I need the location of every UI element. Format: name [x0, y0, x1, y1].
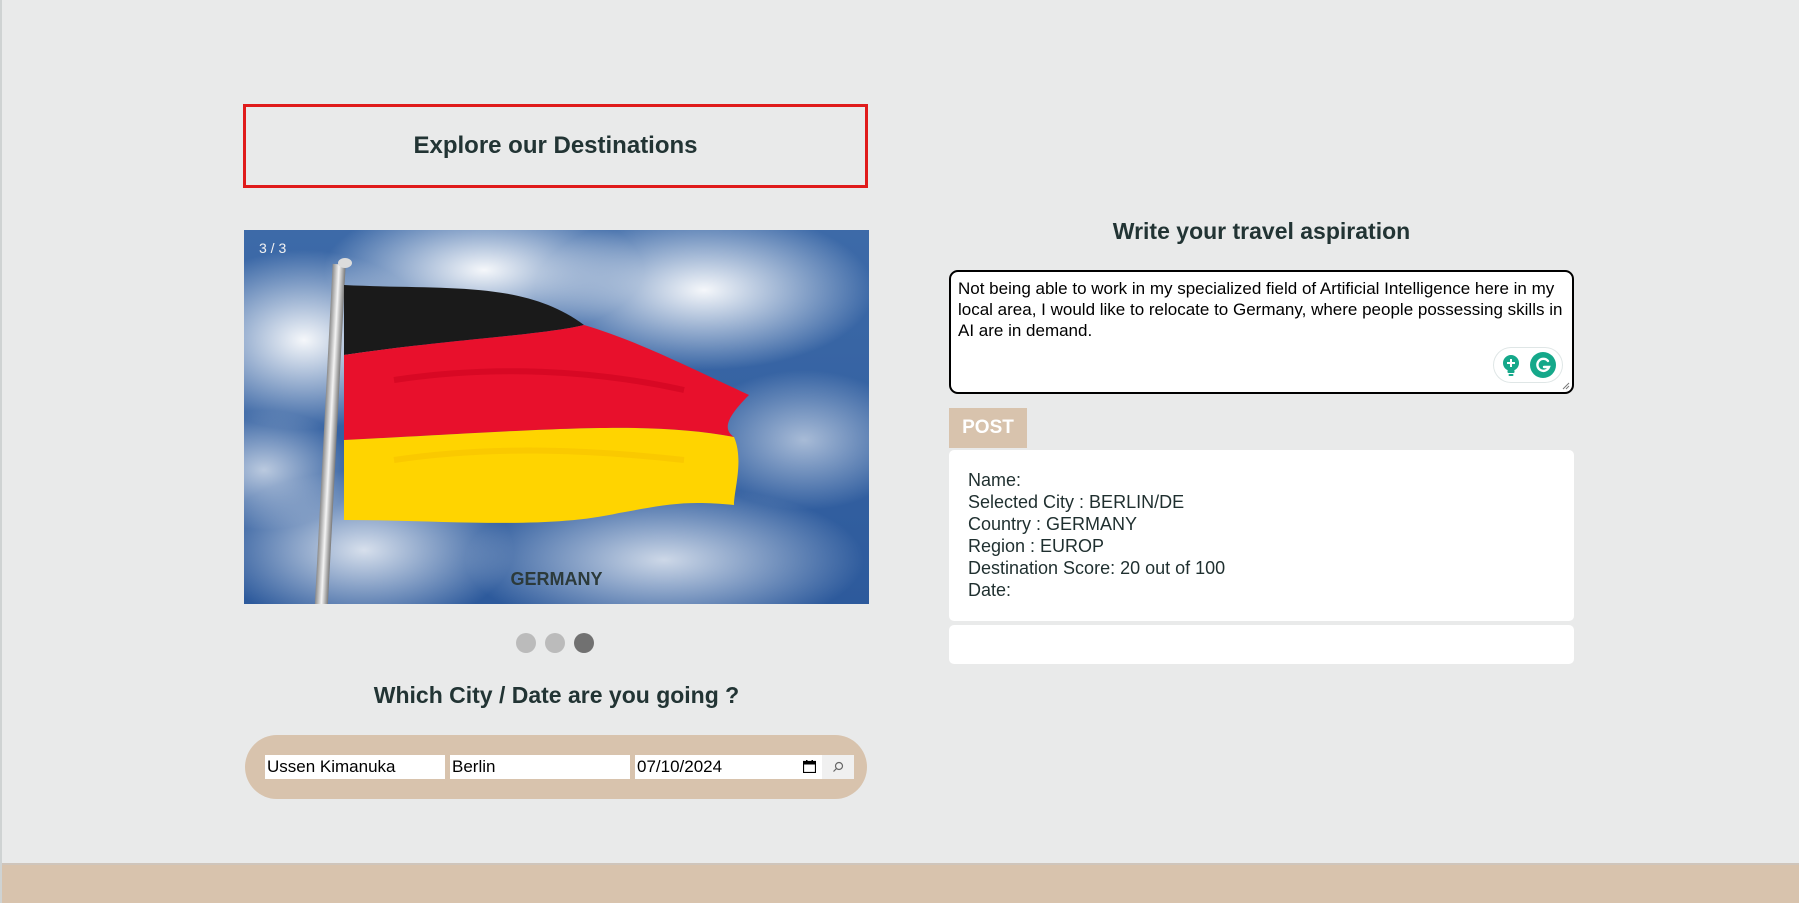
explore-destinations-heading: Explore our Destinations [243, 104, 868, 188]
posts-list [949, 625, 1574, 664]
travel-aspiration-heading: Write your travel aspiration [1112, 218, 1411, 244]
search-button[interactable] [822, 755, 854, 779]
date-input-value: 07/10/2024 [637, 757, 723, 776]
calendar-icon[interactable] [803, 760, 816, 773]
info-destination-score: Destination Score: 20 out of 100 [968, 558, 1226, 578]
slide-indicator-dots [516, 633, 594, 653]
slide-counter: 3 / 3 [259, 240, 287, 256]
destination-info-card: Name: Selected City : BERLIN/DE Country … [949, 450, 1574, 621]
travel-aspiration-textarea[interactable]: Not being able to work in my specialized… [949, 270, 1574, 394]
slide-dot-3[interactable] [574, 633, 594, 653]
name-input[interactable] [265, 755, 445, 779]
aspiration-text: Not being able to work in my specialized… [958, 279, 1563, 340]
germany-flag-image [244, 230, 869, 604]
search-icon [833, 761, 844, 772]
destination-slideshow[interactable]: 3 / 3 GERMANY [244, 230, 869, 604]
grammarly-widget[interactable] [1494, 348, 1562, 382]
footer-bar [2, 863, 1799, 903]
lightbulb-icon[interactable] [1499, 353, 1523, 377]
info-region: Region : EUROP [968, 536, 1105, 556]
page: Explore our Destinations 3 / 3 GERMANY W… [0, 0, 1799, 903]
explore-title: Explore our Destinations [413, 132, 698, 159]
date-input[interactable]: 07/10/2024 [635, 755, 822, 779]
slide-dot-2[interactable] [545, 633, 565, 653]
resize-grip-icon[interactable] [1562, 382, 1570, 390]
post-button[interactable]: POST [949, 408, 1027, 448]
slide-caption: GERMANY [510, 569, 603, 589]
city-date-form: 07/10/2024 [245, 735, 867, 799]
grammarly-icon[interactable] [1529, 351, 1557, 379]
slide-dot-1[interactable] [516, 633, 536, 653]
info-selected-city: Selected City : BERLIN/DE [968, 492, 1185, 512]
info-date: Date: [968, 580, 1012, 600]
city-input[interactable] [450, 755, 630, 779]
info-name: Name: [968, 470, 1022, 490]
info-country: Country : GERMANY [968, 514, 1138, 534]
city-date-heading: Which City / Date are you going ? [373, 682, 740, 708]
